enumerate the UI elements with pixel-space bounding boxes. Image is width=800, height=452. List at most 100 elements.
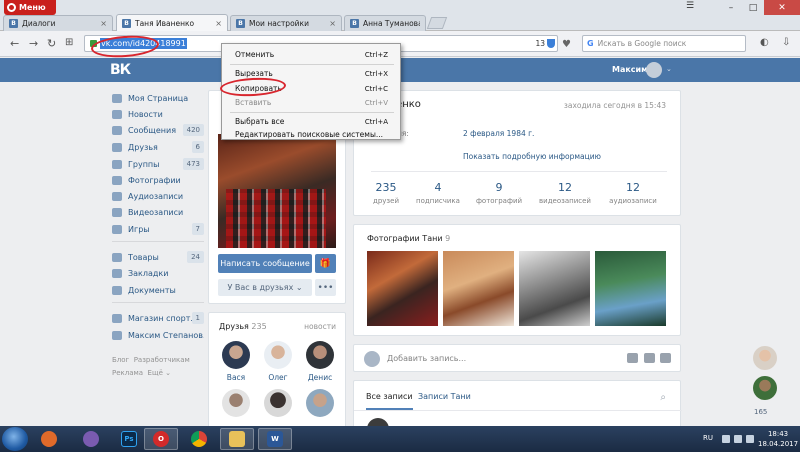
show-details-link[interactable]: Показать подробную информацию <box>463 152 601 161</box>
bag-icon <box>112 252 122 262</box>
chevron-down-icon[interactable]: ⌄ <box>666 65 672 73</box>
tab-menu-icon[interactable]: ☰ <box>686 1 700 13</box>
footer-more-link[interactable]: Ещё ⌄ <box>148 369 171 377</box>
friends-title[interactable]: Друзья 235 <box>219 322 267 331</box>
vk-logo[interactable]: ВК <box>110 62 131 78</box>
minimize-icon[interactable]: – <box>720 0 742 15</box>
sidebar-item-bookmarks[interactable]: Закладки <box>112 265 204 281</box>
menu-item-undo[interactable]: Отменить Ctrl+Z <box>223 47 399 62</box>
tab-user-posts[interactable]: Записи Тани <box>418 392 471 401</box>
sidebar-item-photos[interactable]: Фотографии <box>112 172 204 188</box>
chat-avatar[interactable] <box>753 346 777 370</box>
photo-thumbnail[interactable] <box>519 251 590 326</box>
stat-videos[interactable]: 12 видеозаписей <box>530 181 600 205</box>
send-message-button[interactable]: Написать сообщение <box>218 254 312 273</box>
in-friends-button[interactable]: У Вас в друзьях ⌄ <box>218 279 312 296</box>
maximize-icon[interactable]: □ <box>742 0 764 15</box>
sidebar-item-messages[interactable]: Сообщения 420 <box>112 122 204 138</box>
sidebar-item-groups[interactable]: Группы 473 <box>112 156 204 172</box>
footer-developers-link[interactable]: Разработчикам <box>134 356 190 364</box>
tray-arrow-icon[interactable] <box>722 435 730 443</box>
video-icon[interactable] <box>644 353 655 363</box>
sidebar-item-games[interactable]: Игры 7 <box>112 221 204 237</box>
taskbar-app[interactable] <box>220 428 254 450</box>
profile-photo[interactable] <box>218 134 336 248</box>
network-icon[interactable] <box>734 435 742 443</box>
friend-item[interactable]: Олег <box>260 341 296 382</box>
close-window-icon[interactable]: ✕ <box>764 0 800 15</box>
sidebar-item-news[interactable]: Новости <box>112 106 204 122</box>
taskbar-app[interactable] <box>74 428 108 450</box>
tab-dialogs[interactable]: B Диалоги × <box>3 15 113 31</box>
language-indicator[interactable]: RU <box>703 434 713 442</box>
sidebar-item-audio[interactable]: Аудиозаписи <box>112 188 204 204</box>
shield-icon[interactable] <box>547 39 555 48</box>
volume-icon[interactable] <box>746 435 754 443</box>
menu-item-edit-search-engines[interactable]: Редактировать поисковые системы... <box>223 127 399 142</box>
friends-badge: 6 <box>191 141 204 153</box>
start-button[interactable] <box>2 427 28 451</box>
tab-close-icon[interactable]: × <box>329 19 336 28</box>
taskbar-app[interactable] <box>32 428 66 450</box>
taskbar-app[interactable] <box>182 428 216 450</box>
header-user-name[interactable]: Максим <box>612 65 648 74</box>
footer-blog-link[interactable]: Блог <box>112 356 129 364</box>
search-input[interactable]: G Искать в Google поиск <box>582 35 746 52</box>
music-icon[interactable] <box>660 353 671 363</box>
sidebar-item-video[interactable]: Видеозаписи <box>112 204 204 220</box>
friend-item[interactable] <box>218 389 254 421</box>
birthday-value[interactable]: 2 февраля 1984 г. <box>463 129 534 138</box>
reload-icon[interactable]: ↻ <box>47 37 56 50</box>
sidebar-item-goods[interactable]: Товары 24 <box>112 249 204 265</box>
camera-icon[interactable] <box>627 353 638 363</box>
friends-icon <box>112 142 122 152</box>
forward-icon[interactable]: → <box>29 37 38 50</box>
chat-avatar[interactable] <box>753 376 777 400</box>
sidebar-item-my-page[interactable]: Моя Страница <box>112 90 204 106</box>
avatar <box>264 389 292 417</box>
more-actions-button[interactable]: ••• <box>315 279 336 296</box>
photo-thumbnail[interactable] <box>367 251 438 326</box>
tab-all-posts[interactable]: Все записи <box>366 392 413 410</box>
photo-thumbnail[interactable] <box>595 251 666 326</box>
speed-dial-icon[interactable]: ⊞ <box>65 37 73 48</box>
vpn-icon[interactable]: ◐ <box>760 37 769 48</box>
clock[interactable]: 18:43 18.04.2017 <box>758 429 798 449</box>
tab-anna[interactable]: B Анна Туманова <box>344 15 426 31</box>
stat-followers[interactable]: 4 подписчика <box>403 181 473 205</box>
post-input[interactable]: Добавить запись... <box>387 354 466 363</box>
gift-icon[interactable]: 🎁 <box>315 254 336 273</box>
friend-item[interactable] <box>302 389 338 421</box>
heart-icon[interactable]: ♥ <box>562 39 571 50</box>
stat-audio[interactable]: 12 аудиозаписи <box>598 181 668 205</box>
sidebar-item-maxim[interactable]: Максим Степанов... <box>112 327 204 343</box>
back-icon[interactable]: ← <box>10 37 19 50</box>
footer-ads-link[interactable]: Реклама <box>112 369 143 377</box>
sidebar-item-friends[interactable]: Друзья 6 <box>112 139 204 155</box>
tab-close-icon[interactable]: × <box>215 19 222 28</box>
taskbar-app[interactable]: Ps <box>112 428 146 450</box>
menu-item-paste[interactable]: Вставить Ctrl+V <box>223 95 399 110</box>
taskbar-app[interactable]: W <box>258 428 292 450</box>
header-avatar[interactable] <box>646 62 662 78</box>
chat-strip: 165 <box>750 342 780 422</box>
friend-item[interactable]: Денис <box>302 341 338 382</box>
tab-settings[interactable]: B Мои настройки × <box>230 15 342 31</box>
friend-item[interactable]: Вася <box>218 341 254 382</box>
photo-thumbnail[interactable] <box>443 251 514 326</box>
download-icon[interactable]: ⇩ <box>782 37 790 48</box>
friend-item[interactable] <box>260 389 296 421</box>
new-tab-button[interactable] <box>426 17 448 29</box>
search-icon[interactable]: ⌕ <box>660 392 666 403</box>
photos-title[interactable]: Фотографии Тани 9 <box>367 234 450 243</box>
tab-profile[interactable]: B Таня Иваненко × <box>116 14 228 31</box>
stat-photos[interactable]: 9 фотографий <box>464 181 534 205</box>
tab-close-icon[interactable]: × <box>100 19 107 28</box>
sidebar-item-documents[interactable]: Документы <box>112 282 204 298</box>
opera-menu-button[interactable]: Меню <box>4 0 56 15</box>
taskbar-app-opera[interactable]: O <box>144 428 178 450</box>
tab-title: Анна Туманова <box>363 19 420 28</box>
friends-news-link[interactable]: новости <box>304 322 336 331</box>
chat-online-count[interactable]: 165 <box>754 408 767 416</box>
sidebar-item-shop[interactable]: Магазин спорт... 1 <box>112 310 204 326</box>
